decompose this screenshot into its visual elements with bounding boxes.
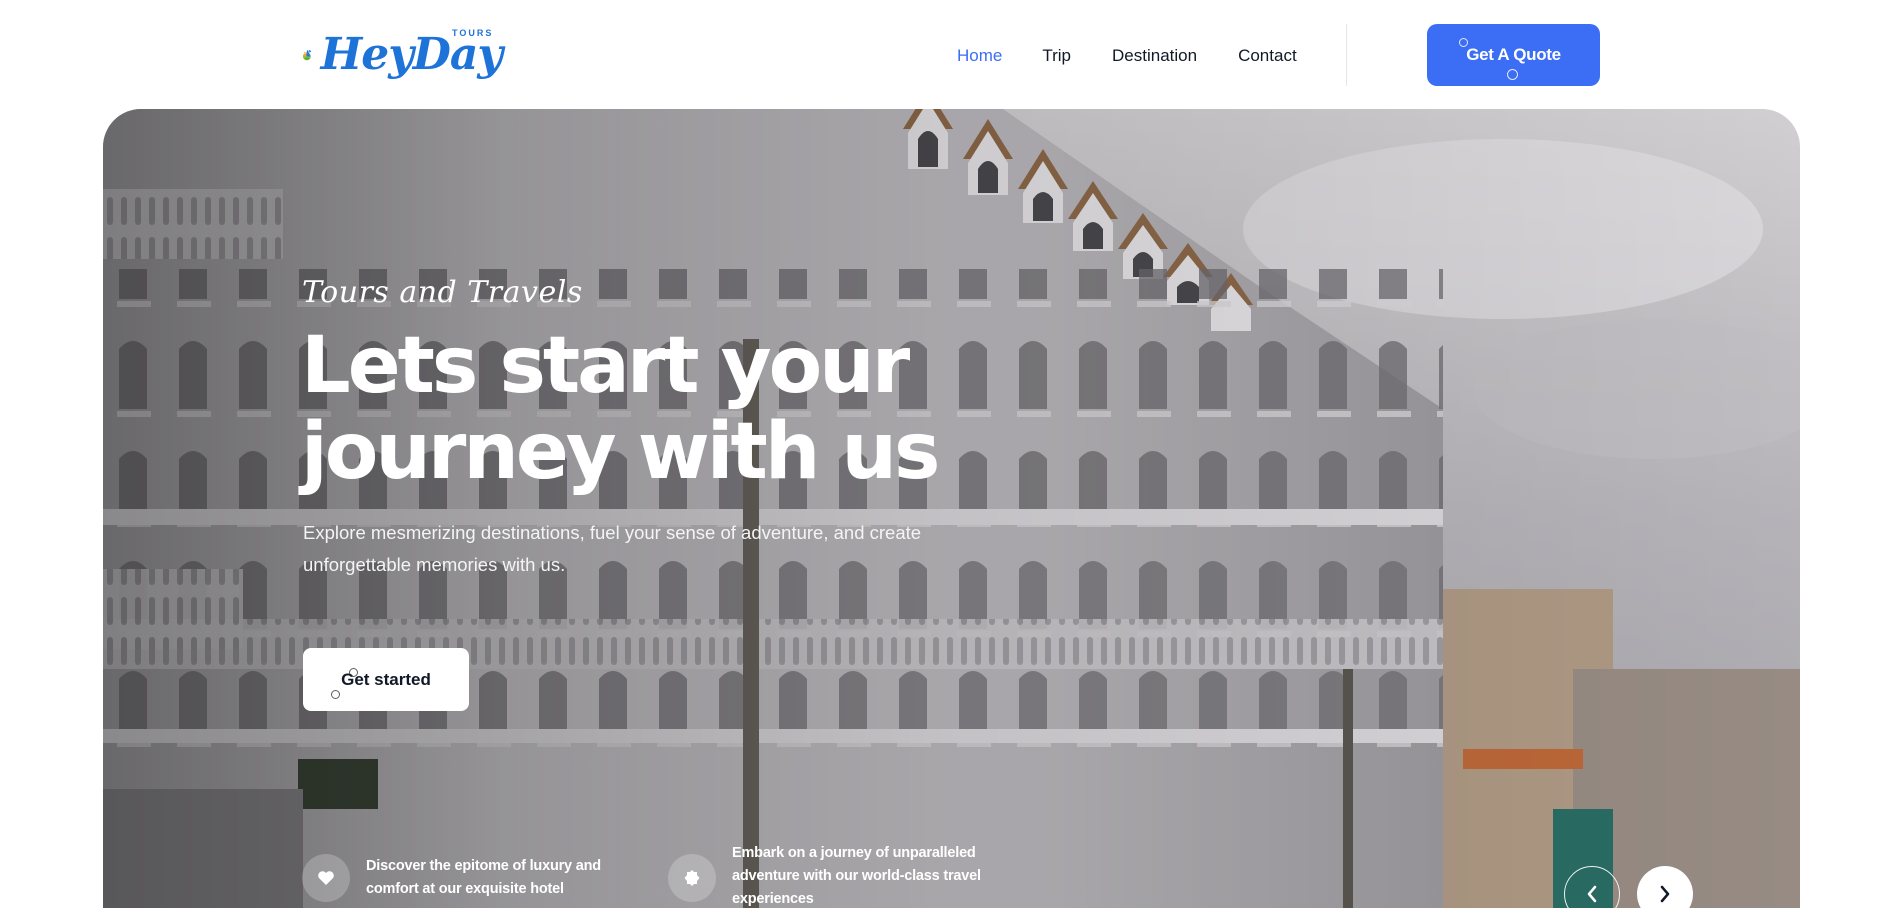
hero-background-image [103, 109, 1800, 908]
heart-icon [302, 854, 350, 902]
cursor-ripple-icon [1507, 69, 1518, 80]
nav-divider [1346, 24, 1347, 86]
chevron-right-icon [1660, 885, 1670, 903]
nav-home[interactable]: Home [957, 44, 1002, 68]
cursor-ripple-icon [349, 668, 358, 677]
feature-adventure-text: Embark on a journey of unparalleled adve… [732, 845, 981, 907]
hero-headline-line-2: journey with us [301, 407, 940, 497]
hero-headline-line-1: Lets start your [301, 321, 910, 411]
feature-luxury: Discover the epitome of luxury and comfo… [302, 854, 616, 902]
cursor-ripple-icon [331, 690, 340, 699]
site-header: HeyDay TOURS Home Trip Destination Conta… [0, 0, 1902, 108]
brand-name: HeyDay [320, 29, 503, 80]
brand-logo[interactable]: HeyDay TOURS [302, 18, 503, 92]
brand-subtitle: TOURS [452, 28, 494, 38]
hero-description: Explore mesmerizing destinations, fuel y… [303, 522, 922, 575]
hero-section: Tours and Travels Lets start your journe… [103, 109, 1800, 908]
nav-trip[interactable]: Trip [1042, 44, 1071, 68]
get-a-quote-button[interactable]: Get A Quote [1427, 24, 1600, 86]
feature-adventure: Embark on a journey of unparalleled adve… [668, 842, 982, 908]
nav-destination[interactable]: Destination [1112, 44, 1197, 68]
cursor-ripple-icon [1459, 38, 1468, 47]
main-nav: Home Trip Destination Contact [957, 44, 1297, 68]
chevron-left-icon [1587, 885, 1597, 903]
get-started-button[interactable]: Get started [303, 648, 469, 711]
hero-tagline: Tours and Travels [302, 275, 583, 310]
nav-contact[interactable]: Contact [1238, 44, 1297, 68]
feature-luxury-text: Discover the epitome of luxury and comfo… [366, 858, 601, 897]
get-a-quote-label: Get A Quote [1466, 45, 1561, 64]
logo-globe-icon [302, 49, 312, 61]
hero-headline: Lets start your journey with us [301, 323, 1021, 495]
badge-check-icon [668, 854, 716, 902]
